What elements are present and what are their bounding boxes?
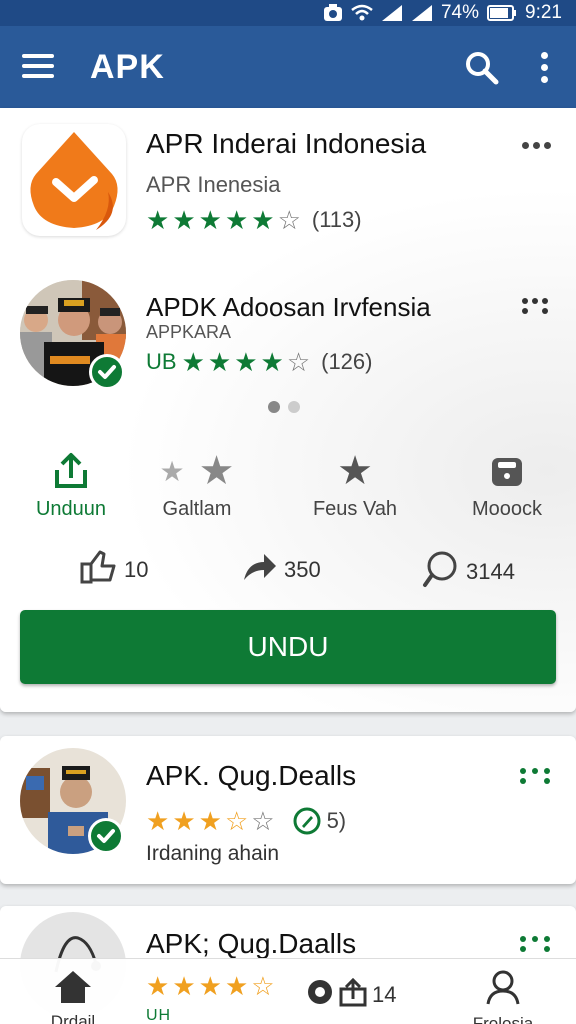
star-empty-icon: ☆ [251,806,275,836]
nav-label: Frolosia [472,1014,534,1024]
action-favorite[interactable]: ★ Feus Vah [290,449,420,521]
rating-stars: ★ ★ ★ ★ ★ ☆ (113) [146,207,362,233]
nav-label: Drdail [50,1012,96,1024]
upload-icon [338,977,368,1013]
more-vert-icon[interactable] [540,52,550,84]
signal-2-icon [411,4,433,22]
nav-item-profile[interactable]: Frolosia [448,969,558,1024]
more-horiz-icon[interactable] [522,142,552,150]
clock: 9:21 [525,2,562,23]
star-full-icon: ★ [207,347,232,377]
bottom-nav: Drdail ★ ★ ★ ★ ☆ UH 14 Frolosia [0,958,576,1024]
star-full-icon: ★ [198,205,222,235]
star-full-icon: ★ [234,347,258,377]
like-stat[interactable]: 10 [80,550,148,590]
status-bar: 74% 9:21 [0,0,576,26]
rating-stars: ★ ★ ★ ☆ ☆ 5) [146,806,346,836]
star-full-icon: ★ [172,205,196,235]
action-label: Galtlam [162,498,232,520]
star-full-icon: ★ [260,347,284,377]
status-icons: 74% 9:21 [323,2,562,24]
more-grid-icon[interactable] [520,768,550,786]
share-icon [6,450,136,492]
pager-dot-active[interactable] [268,401,280,413]
profile-icon [448,969,558,1010]
star-full-icon: ★ [224,205,249,235]
star-full-icon: ★ [198,806,222,836]
verified-check-icon [88,818,124,854]
comment-stat[interactable]: 3144 [422,550,515,594]
star-full-icon: ★ [146,205,170,235]
star-empty-icon: ☆ [286,347,311,377]
app-name[interactable]: APK; Qug.Daalls [146,928,356,960]
thumbs-up-icon [80,550,118,590]
action-unduh[interactable]: Unduun [6,450,136,521]
action-wallet[interactable]: Mooock [442,450,572,521]
rating-prefix: UB [146,349,177,374]
rating-stars: UB ★ ★ ★ ★ ☆ (126) [146,349,372,375]
rating-stars: ★ ★ ★ ★ ☆ [146,973,275,999]
star-full-icon: ★ [198,971,222,1001]
star-full-icon: ★ [181,347,205,377]
star-full-icon: ★ [172,971,196,1001]
share-count: 350 [284,557,321,582]
app-logo-icon[interactable] [22,124,126,236]
app-name[interactable]: APDK Adoosan Irvfensia [146,292,431,323]
share-stat[interactable]: 350 [242,550,321,590]
home-icon [18,969,128,1008]
app-bar: APK [0,26,576,108]
rating-count: 5) [326,808,347,833]
battery-percent: 74% [440,2,480,23]
more-grid-icon[interactable] [520,936,550,954]
search-icon[interactable] [464,50,500,86]
rating-sub: UH [146,1007,172,1024]
rating-count: (113) [311,207,362,232]
app-developer: APR Inenesia [146,172,281,197]
action-label: Unduun [35,498,107,520]
action-label: Mooock [471,498,543,520]
nav-item-home[interactable]: Drdail [18,969,128,1024]
battery-icon [487,5,517,21]
wallet-icon [442,450,572,492]
like-count: 10 [124,557,149,582]
app-name[interactable]: APK. Qug.Dealls [146,760,356,792]
star-full-icon: ★ [251,205,275,235]
star-empty-icon: ☆ [277,205,301,235]
signal-icon [381,4,403,22]
app-title: APK [90,48,165,86]
share-arrow-icon [242,550,278,590]
nav-label: 14 [372,982,397,1007]
pager-dot[interactable] [288,401,300,413]
stars-icon: ★ ★ [159,449,235,493]
star-half-icon: ☆ [251,971,275,1001]
edit-circle-icon[interactable] [292,806,322,836]
comment-icon [422,550,460,594]
action-gallery[interactable]: ★ ★ Galtlam [132,449,262,521]
star-full-icon: ★ [146,806,170,836]
star-full-icon: ★ [172,806,196,836]
verified-check-icon [89,354,125,390]
menu-icon[interactable] [22,54,54,80]
star-half-icon: ☆ [224,806,249,836]
app-name[interactable]: APR Inderai Indonesia [146,128,426,160]
camera-notification-icon [323,4,343,22]
more-grid-icon[interactable] [522,298,552,316]
star-icon: ★ [337,449,373,493]
carousel-pager [268,400,308,418]
app-description: Irdaning ahain [146,842,280,865]
app-developer: APPKARA [146,322,232,342]
action-label: Feus Vah [312,498,398,520]
wifi-icon [351,4,373,22]
star-full-icon: ★ [224,971,249,1001]
search-circle-icon [306,978,334,1012]
download-button[interactable]: UNDU [20,610,556,684]
star-full-icon: ★ [146,971,170,1001]
rating-count: (126) [321,349,373,374]
nav-item-upload[interactable]: 14 [306,977,396,1013]
comment-count: 3144 [466,559,515,584]
